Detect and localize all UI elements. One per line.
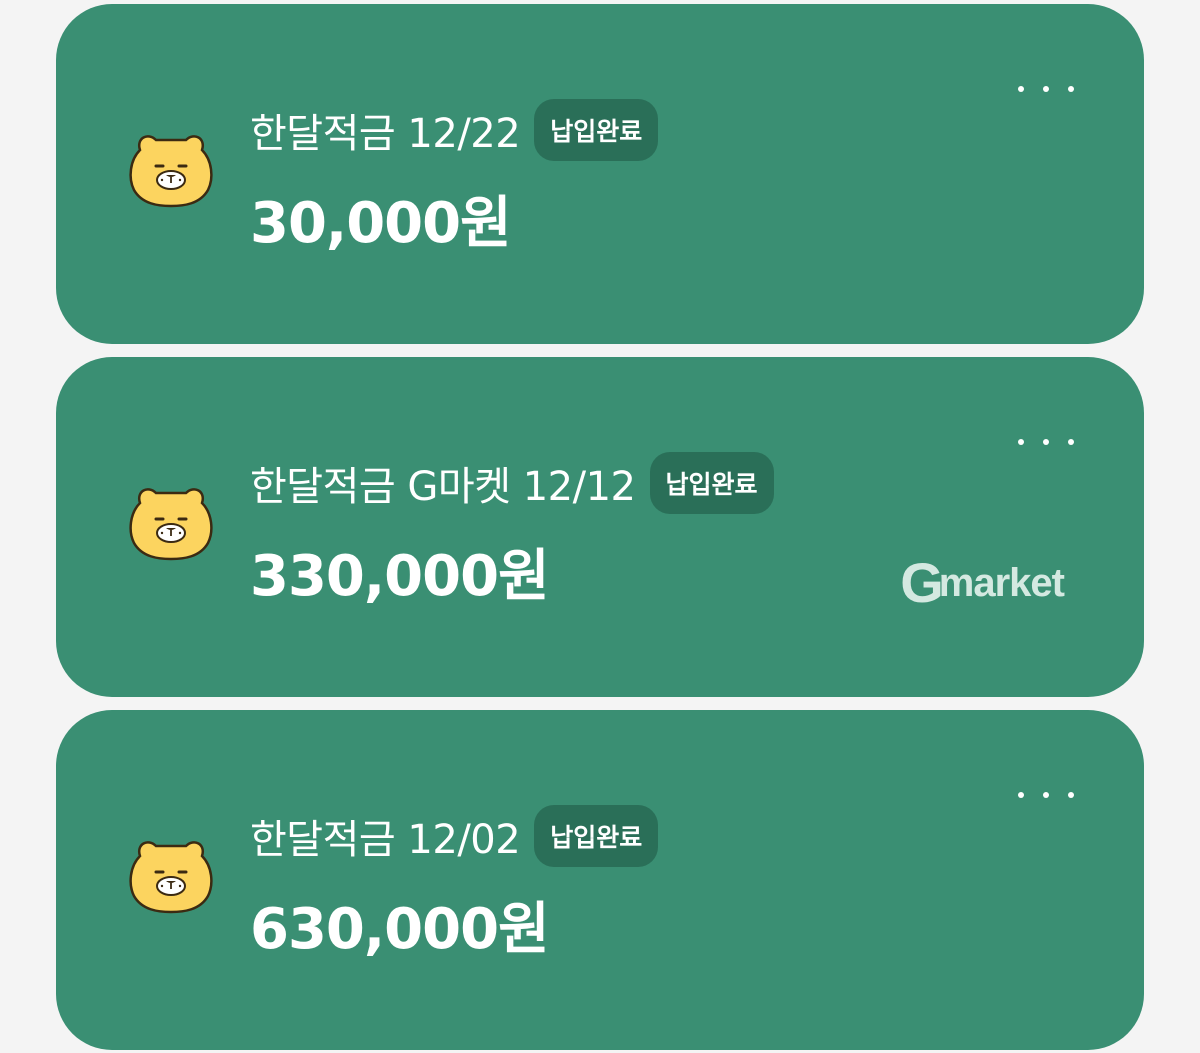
status-badge: 납입완료	[534, 99, 659, 161]
card-header: 한달적금 12/02 납입완료	[250, 805, 659, 867]
card-title: 한달적금 12/22	[250, 111, 521, 157]
savings-card[interactable]: 한달적금 12/22 납입완료 30,000원	[56, 4, 1144, 344]
savings-card[interactable]: 한달적금 G마켓 12/12 납입완료 330,000원 Gmarket	[56, 357, 1144, 697]
gmarket-logo: Gmarket	[900, 551, 1065, 614]
card-amount: 330,000원	[250, 544, 550, 609]
card-title: 한달적금 12/02	[250, 817, 521, 863]
card-title: 한달적금 G마켓 12/12	[250, 464, 636, 510]
card-amount: 630,000원	[250, 897, 550, 962]
savings-list: 한달적금 12/22 납입완료 30,000원 한달적금 G마켓 12/12 납…	[0, 0, 1200, 1053]
card-header: 한달적금 12/22 납입완료	[250, 99, 659, 161]
lion-avatar-icon	[129, 488, 213, 561]
more-options-button[interactable]	[1018, 74, 1074, 104]
more-options-button[interactable]	[1018, 427, 1074, 457]
more-horizontal-icon	[1018, 86, 1024, 92]
card-header: 한달적금 G마켓 12/12 납입완료	[250, 452, 774, 514]
more-horizontal-icon	[1018, 439, 1024, 445]
card-amount: 30,000원	[250, 191, 512, 256]
lion-avatar-icon	[129, 135, 213, 208]
savings-card[interactable]: 한달적금 12/02 납입완료 630,000원	[56, 710, 1144, 1050]
more-horizontal-icon	[1018, 792, 1024, 798]
status-badge: 납입완료	[649, 452, 774, 514]
status-badge: 납입완료	[534, 805, 659, 867]
more-options-button[interactable]	[1018, 780, 1074, 810]
lion-avatar-icon	[129, 841, 213, 914]
